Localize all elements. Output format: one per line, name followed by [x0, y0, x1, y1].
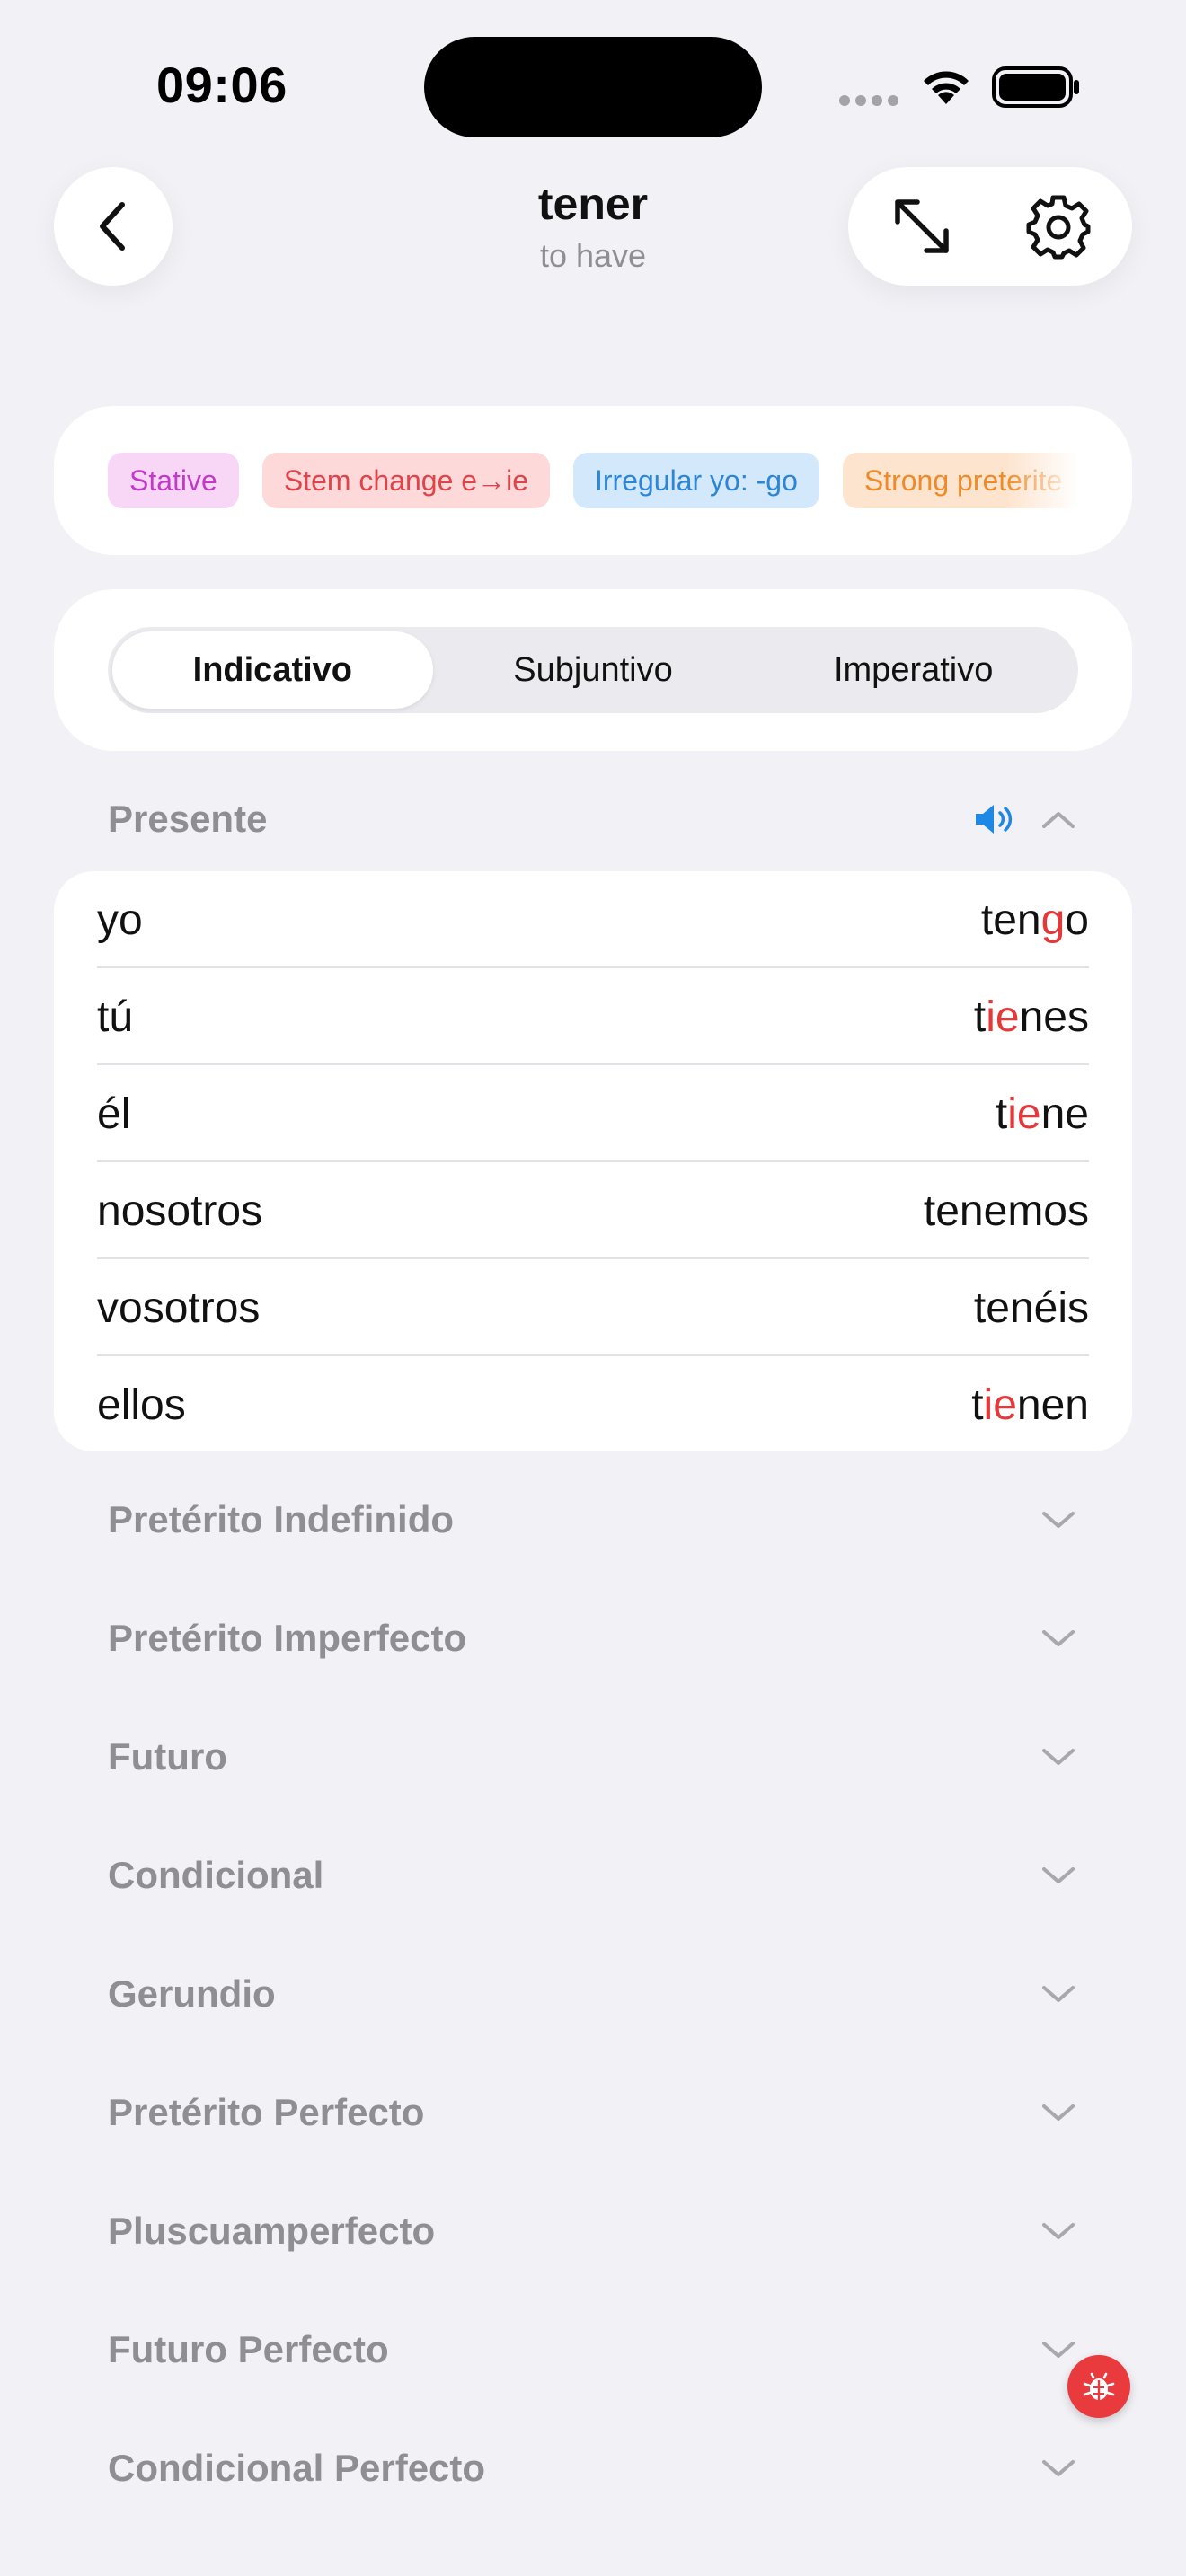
conjugation-row[interactable]: ellos tienen	[97, 1356, 1089, 1451]
battery-icon	[992, 66, 1079, 108]
verb-form: tienes	[974, 992, 1089, 1042]
verb-form: tengo	[981, 895, 1089, 945]
tense-header[interactable]: Gerundio	[108, 1967, 1078, 2021]
expand-button[interactable]	[877, 181, 967, 271]
chevron-down-icon	[1042, 2104, 1075, 2121]
mood-card: Indicativo Subjuntivo Imperativo	[54, 589, 1132, 751]
verb-translation: to have	[539, 237, 647, 274]
pronoun: ellos	[97, 1381, 186, 1429]
tense-title: Futuro Perfecto	[108, 2328, 389, 2370]
verb-tag: Stative	[108, 453, 239, 508]
conjugation-row[interactable]: tú tienes	[97, 968, 1089, 1065]
verb-tags-card: Stative Stem change e→ie Irregular yo: -go…	[54, 406, 1132, 555]
tense-title: Condicional	[108, 1854, 324, 1896]
debug-button[interactable]	[1067, 2355, 1130, 2418]
pronoun: nosotros	[97, 1187, 263, 1235]
pronoun: vosotros	[97, 1284, 261, 1332]
verb-form: tienen	[971, 1381, 1089, 1430]
tense-header-presente[interactable]: Presente	[108, 792, 1078, 846]
verb-form: tenéis	[974, 1284, 1089, 1333]
chevron-up-icon[interactable]	[1039, 807, 1078, 832]
verb-form: tiene	[996, 1090, 1089, 1139]
mood-segmented-control[interactable]: Indicativo Subjuntivo Imperativo	[108, 627, 1078, 713]
tense-header[interactable]: Pretérito Indefinido	[108, 1493, 1078, 1547]
chevron-down-icon	[1042, 2342, 1075, 2358]
tense-header[interactable]: Condicional Perfecto	[108, 2441, 1078, 2495]
regular-segment: ten	[980, 895, 1041, 944]
pronoun: tú	[97, 992, 134, 1041]
verb-tag: Irregular yo: -go	[572, 453, 819, 508]
chevron-down-icon	[1042, 2223, 1075, 2239]
tense-title: Presente	[108, 798, 268, 840]
verb-tags-row[interactable]: Stative Stem change e→ie Irregular yo: -go…	[108, 453, 1132, 508]
regular-segment: tenéis	[973, 1284, 1089, 1332]
regular-segment: nes	[1019, 992, 1089, 1041]
verb-tag: Stem change e→ie	[261, 453, 550, 508]
tense-header[interactable]: Futuro Perfecto	[108, 2323, 1078, 2377]
regular-segment: ne	[1040, 1090, 1089, 1138]
dynamic-island	[424, 37, 762, 137]
wifi-icon	[924, 71, 969, 104]
tense-title: Condicional Perfecto	[108, 2447, 486, 2489]
conjugation-row[interactable]: nosotros tenemos	[97, 1162, 1089, 1259]
expand-arrows-icon	[895, 199, 949, 253]
tense-title: Futuro	[108, 1735, 227, 1778]
conjugation-row[interactable]: él tiene	[97, 1065, 1089, 1162]
irregular-segment: ie	[986, 992, 1020, 1041]
pronoun: él	[97, 1090, 131, 1138]
conjugation-row[interactable]: yo tengo	[97, 871, 1089, 968]
chevron-down-icon	[1042, 2460, 1075, 2476]
tense-header[interactable]: Pretérito Perfecto	[108, 2086, 1078, 2139]
tense-header[interactable]: Condicional	[108, 1848, 1078, 1902]
regular-segment: t	[995, 1090, 1008, 1138]
regular-segment: tenemos	[923, 1187, 1089, 1235]
tense-title: Pretérito Indefinido	[108, 1498, 455, 1540]
mood-tab-imperativo[interactable]: Imperativo	[753, 631, 1074, 709]
tense-title: Pretérito Perfecto	[108, 2091, 425, 2133]
verb-tag: Strong preterite	[842, 453, 1084, 508]
chevron-down-icon	[1042, 1512, 1075, 1528]
chevron-down-icon	[1042, 1867, 1075, 1883]
irregular-segment: ie	[1007, 1090, 1041, 1138]
settings-button[interactable]	[1013, 181, 1103, 271]
regular-segment: t	[971, 1381, 984, 1429]
mood-tab-subjuntivo[interactable]: Subjuntivo	[433, 631, 754, 709]
cellular-signal-icon	[839, 95, 898, 106]
header-actions	[848, 167, 1132, 286]
tense-header[interactable]: Pluscuamperfecto	[108, 2204, 1078, 2258]
chevron-down-icon	[1042, 1630, 1075, 1646]
irregular-segment: ie	[983, 1381, 1017, 1429]
tense-title: Pluscuamperfecto	[108, 2210, 436, 2252]
tense-header[interactable]: Futuro	[108, 1730, 1078, 1784]
chevron-down-icon	[1042, 1749, 1075, 1765]
tense-header[interactable]: Pretérito Imperfecto	[108, 1611, 1078, 1665]
verb-form: tenemos	[924, 1187, 1089, 1236]
gear-icon	[1026, 195, 1091, 260]
chevron-down-icon	[1042, 1986, 1075, 2002]
irregular-segment: g	[1040, 895, 1066, 944]
pronoun: yo	[97, 895, 143, 944]
verb-header: tener to have	[323, 178, 863, 275]
conjugation-row[interactable]: vosotros tenéis	[97, 1259, 1089, 1356]
tense-title: Pretérito Imperfecto	[108, 1617, 467, 1659]
regular-segment: t	[973, 992, 987, 1041]
status-icons	[839, 59, 1082, 113]
tense-title: Gerundio	[108, 1972, 276, 2015]
speaker-icon[interactable]	[972, 801, 1017, 837]
chevron-left-icon	[100, 202, 125, 251]
conjugation-table: yo tengo tú tienes él tiene nosotros tenemos vos…	[54, 871, 1132, 1451]
status-time: 09:06	[156, 57, 288, 113]
mood-tab-indicativo[interactable]: Indicativo	[112, 631, 433, 709]
back-button[interactable]	[54, 167, 173, 286]
verb-title: tener	[537, 179, 649, 229]
ladybug-icon	[1083, 2372, 1115, 2400]
regular-segment: o	[1065, 895, 1089, 944]
regular-segment: nen	[1016, 1381, 1089, 1429]
app-screen: 09:06 tener to have Stative Stem change …	[0, 0, 1186, 2576]
